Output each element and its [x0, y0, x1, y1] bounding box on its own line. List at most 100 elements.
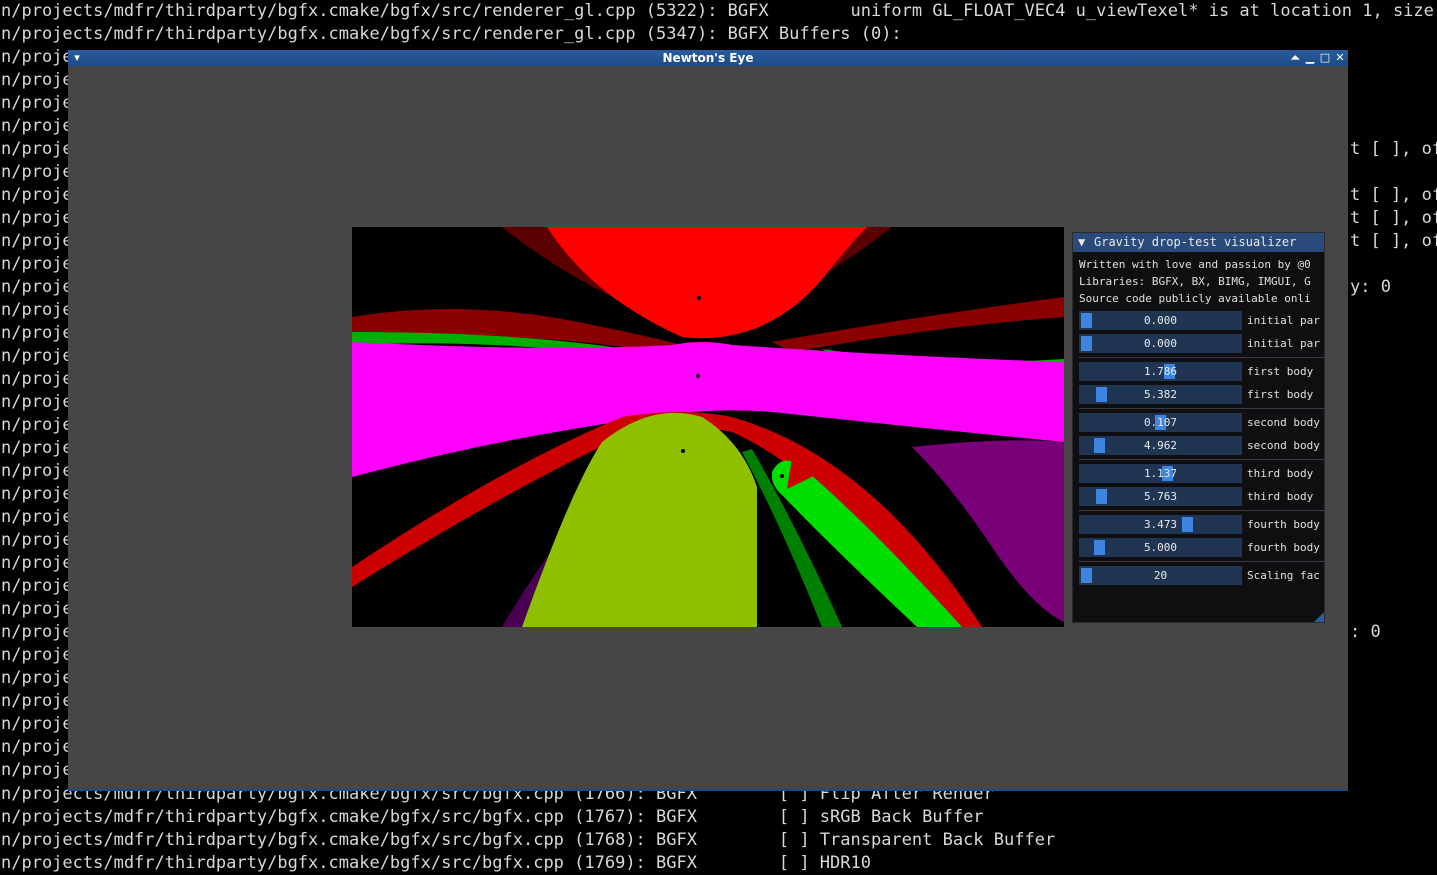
terminal-line: n/proje [1, 162, 73, 182]
slider-label: Scaling fac [1247, 569, 1320, 582]
terminal-line: n/proje [1, 576, 73, 596]
slider-row: 4.962 second body [1079, 436, 1324, 455]
terminal-line: n/proje [1, 668, 73, 688]
terminal-line: n/proje [1, 93, 73, 113]
terminal-line: n/proje [1, 208, 73, 228]
terminal-fragment: : 0 [1350, 622, 1381, 642]
slider-row: 0.107 second body [1079, 413, 1324, 432]
fractal-render-view[interactable] [352, 227, 1064, 627]
slider-value: 5.000 [1143, 541, 1178, 554]
terminal-line: n/proje [1, 484, 73, 504]
terminal-line: n/proje [1, 139, 73, 159]
terminal-line: n/proje [1, 300, 73, 320]
slider-row: 0.000 initial par [1079, 334, 1324, 353]
parameter-slider[interactable]: 1.137 [1079, 464, 1242, 483]
parameter-slider[interactable]: 20 [1079, 566, 1242, 585]
terminal-line: n/projects/mdfr/thirdparty/bgfx.cmake/bg… [1, 830, 1056, 850]
collapse-arrow-icon[interactable]: ▼ [1078, 233, 1094, 252]
terminal-fragment: t [ ], of [1350, 185, 1437, 205]
terminal-line: n/projects/mdfr/thirdparty/bgfx.cmake/bg… [1, 24, 902, 44]
terminal-line: n/proje [1, 323, 73, 343]
maximize-icon[interactable]: □ [1318, 51, 1332, 65]
slider-value: 5.763 [1143, 490, 1178, 503]
terminal-line: n/proje [1, 760, 73, 780]
slider-row: 20 Scaling fac [1079, 566, 1324, 585]
terminal-line: n/proje [1, 553, 73, 573]
parameter-slider[interactable]: 1.786 [1079, 362, 1242, 381]
parameter-slider[interactable]: 3.473 [1079, 515, 1242, 534]
terminal-line: n/proje [1, 346, 73, 366]
slider-value: 4.962 [1143, 439, 1178, 452]
separator [1079, 561, 1324, 562]
slider-label: fourth body [1247, 541, 1320, 554]
slider-value: 0.000 [1143, 337, 1178, 350]
terminal-line: n/proje [1, 645, 73, 665]
slider-label: first body [1247, 388, 1314, 401]
slider-value: 1.137 [1143, 467, 1178, 480]
app-window: ▾ Newton's Eye ⏶ ▁ □ ✕ ▼ Gravity drop-te… [68, 50, 1348, 791]
parameter-slider[interactable]: 5.763 [1079, 487, 1242, 506]
slider-value: 5.382 [1143, 388, 1178, 401]
slider-label: third body [1247, 490, 1314, 503]
terminal-line: n/proje [1, 461, 73, 481]
terminal-line: n/proje [1, 277, 73, 297]
terminal-fragment: t [ ], of [1350, 139, 1437, 159]
terminal-line: n/proje [1, 254, 73, 274]
parameter-slider[interactable]: 0.107 [1079, 413, 1242, 432]
terminal-line: n/proje [1, 185, 73, 205]
terminal-line: n/proje [1, 392, 73, 412]
slider-row: 5.000 fourth body [1079, 538, 1324, 557]
slider-label: third body [1247, 467, 1314, 480]
separator [1079, 510, 1324, 511]
slider-value: 1.786 [1143, 365, 1178, 378]
slider-value: 0.107 [1143, 416, 1178, 429]
slider-row: 1.786 first body [1079, 362, 1324, 381]
slider-row: 5.763 third body [1079, 487, 1324, 506]
window-titlebar[interactable]: ▾ Newton's Eye ⏶ ▁ □ ✕ [68, 50, 1348, 66]
slider-list: 0.000 initial par 0.000 initial par 1.786 fir… [1073, 311, 1324, 585]
control-panel: ▼ Gravity drop-test visualizer Written wi… [1072, 232, 1325, 623]
terminal-line: n/proje [1, 369, 73, 389]
separator [1079, 459, 1324, 460]
close-icon[interactable]: ✕ [1333, 51, 1347, 65]
slider-row: 5.382 first body [1079, 385, 1324, 404]
window-title: Newton's Eye [662, 51, 754, 65]
terminal-line: n/proje [1, 530, 73, 550]
separator [1079, 357, 1324, 358]
window-bottom-border [68, 789, 1348, 791]
terminal-fragment: t [ ], of [1350, 231, 1437, 251]
terminal-line: n/proje [1, 714, 73, 734]
terminal-line: n/proje [1, 70, 73, 90]
parameter-slider[interactable]: 4.962 [1079, 436, 1242, 455]
credits-line: Written with love and passion by @0 [1079, 258, 1311, 271]
libraries-line: Libraries: BGFX, BX, BIMG, IMGUI, G [1079, 275, 1311, 288]
terminal-line: n/proje [1, 116, 73, 136]
terminal-line: n/proje [1, 47, 73, 67]
terminal-line: n/proje [1, 507, 73, 527]
chevron-down-icon[interactable]: ▾ [70, 51, 84, 65]
terminal-line: n/proje [1, 438, 73, 458]
terminal-line: n/proje [1, 231, 73, 251]
slider-value: 20 [1153, 569, 1168, 582]
terminal-line: n/proje [1, 415, 73, 435]
slider-value: 3.473 [1143, 518, 1178, 531]
slider-label: second body [1247, 439, 1320, 452]
minimize-icon[interactable]: ▁ [1303, 51, 1317, 65]
terminal-fragment: y: 0 [1350, 277, 1391, 297]
parameter-slider[interactable]: 5.382 [1079, 385, 1242, 404]
parameter-slider[interactable]: 0.000 [1079, 334, 1242, 353]
parameter-slider[interactable]: 0.000 [1079, 311, 1242, 330]
slider-row: 0.000 initial par [1079, 311, 1324, 330]
parameter-slider[interactable]: 5.000 [1079, 538, 1242, 557]
terminal-line: n/proje [1, 737, 73, 757]
terminal-line: n/projects/mdfr/thirdparty/bgfx.cmake/bg… [1, 807, 984, 827]
separator [1079, 408, 1324, 409]
shade-icon[interactable]: ⏶ [1288, 51, 1302, 65]
panel-titlebar[interactable]: ▼ Gravity drop-test visualizer [1073, 233, 1324, 252]
resize-grip-icon[interactable] [1314, 612, 1324, 622]
slider-label: initial par [1247, 337, 1320, 350]
slider-label: fourth body [1247, 518, 1320, 531]
slider-row: 1.137 third body [1079, 464, 1324, 483]
slider-label: initial par [1247, 314, 1320, 327]
source-line: Source code publicly available onli [1079, 292, 1311, 305]
